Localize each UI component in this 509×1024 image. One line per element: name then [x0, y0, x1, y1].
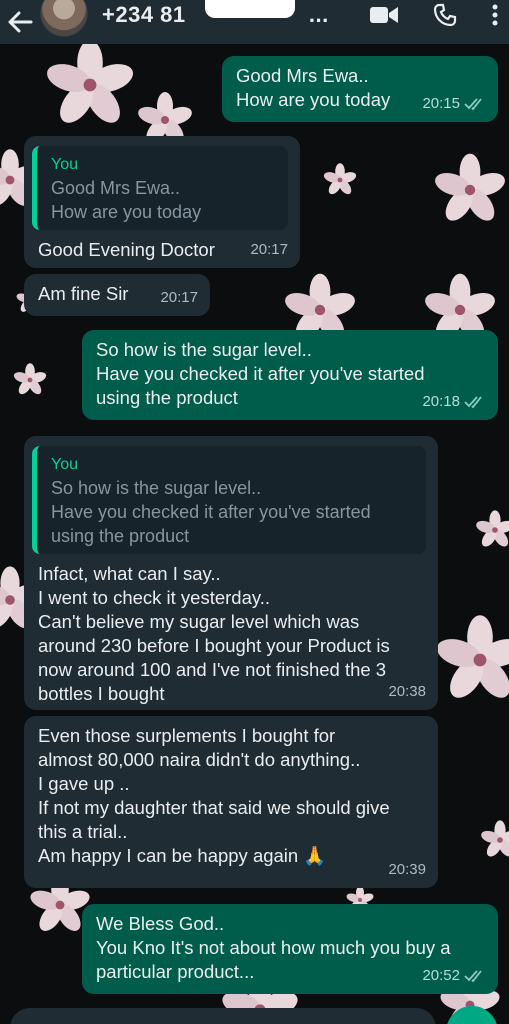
message-text: Infact, what can I say.. I went to check…	[38, 563, 390, 704]
message-bubble-incoming[interactable]: You Good Mrs Ewa.. How are you today Goo…	[24, 136, 300, 268]
back-arrow-icon	[8, 11, 33, 33]
contact-name-text: +234 81	[102, 2, 186, 27]
message-meta: 20:38	[388, 680, 426, 704]
message-meta: 20:17	[160, 286, 198, 310]
message-bubble-outgoing[interactable]: We Bless God.. You Kno It's not about ho…	[82, 904, 498, 994]
redaction-mark	[205, 0, 295, 18]
read-receipt-icon	[464, 970, 482, 983]
message-time: 20:15	[422, 95, 460, 112]
message-time: 20:38	[388, 683, 426, 700]
message-time: 20:17	[160, 289, 198, 306]
read-receipt-icon	[464, 396, 482, 409]
message-bubble-outgoing[interactable]: Good Mrs Ewa.. How are you today 20:15	[222, 56, 498, 122]
read-receipt-icon	[464, 98, 482, 111]
message-time: 20:18	[422, 393, 460, 410]
quote-text: So how is the sugar level.. Have you che…	[51, 478, 371, 546]
back-button[interactable]	[0, 0, 40, 44]
message-time: 20:17	[250, 241, 288, 258]
quoted-message[interactable]: You So how is the sugar level.. Have you…	[32, 446, 426, 554]
message-bubble-incoming[interactable]: Even those surplements I bought for almo…	[24, 716, 438, 888]
quoted-message[interactable]: You Good Mrs Ewa.. How are you today	[32, 146, 288, 230]
quote-text: Good Mrs Ewa.. How are you today	[51, 178, 202, 222]
message-time: 20:39	[388, 861, 426, 878]
message-bubble-outgoing[interactable]: So how is the sugar level.. Have you che…	[82, 330, 498, 420]
message-time: 20:52	[422, 967, 460, 984]
message-input[interactable]	[10, 1008, 436, 1024]
message-bubble-incoming[interactable]: Am fine Sir 20:17	[24, 274, 210, 316]
voice-call-icon[interactable]	[433, 3, 457, 27]
message-text: Even those surplements I bought for almo…	[38, 725, 390, 866]
quote-author: You	[51, 456, 78, 473]
message-bubble-incoming[interactable]: You So how is the sugar level.. Have you…	[24, 436, 438, 710]
quote-author: You	[51, 156, 78, 173]
chat-header: +234 81 ...	[0, 0, 509, 44]
message-meta: 20:17	[250, 238, 288, 262]
message-meta: 20:18	[422, 390, 486, 414]
video-call-icon[interactable]	[369, 5, 399, 25]
contact-name-suffix: ...	[308, 2, 329, 27]
contact-avatar[interactable]	[40, 0, 88, 37]
message-meta: 20:39	[388, 858, 426, 882]
more-options-icon[interactable]	[491, 3, 499, 27]
message-meta: 20:15	[422, 92, 486, 116]
header-actions	[369, 0, 499, 30]
message-meta: 20:52	[422, 964, 486, 988]
